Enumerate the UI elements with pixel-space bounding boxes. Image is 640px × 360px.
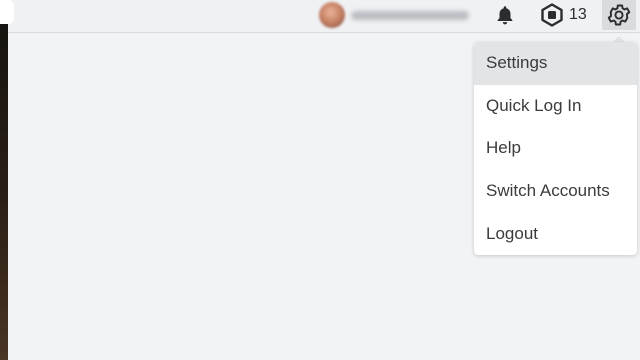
gear-icon xyxy=(607,4,631,26)
background-strip xyxy=(0,0,8,360)
settings-dropdown-menu: Settings Quick Log In Help Switch Accoun… xyxy=(474,42,637,255)
search-field-edge[interactable] xyxy=(0,0,14,24)
menu-item-quick-log-in[interactable]: Quick Log In xyxy=(474,85,637,128)
robux-count: 13 xyxy=(569,6,587,23)
menu-item-help[interactable]: Help xyxy=(474,127,637,170)
menu-item-switch-accounts[interactable]: Switch Accounts xyxy=(474,170,637,213)
page: 13 Settings Quick Log In Help Switch Acc… xyxy=(0,0,640,360)
robux-button[interactable]: 13 xyxy=(540,2,587,28)
user-avatar[interactable] xyxy=(319,2,345,28)
menu-item-logout[interactable]: Logout xyxy=(474,212,637,255)
username-blurred[interactable] xyxy=(351,11,469,20)
menu-item-settings[interactable]: Settings xyxy=(474,42,637,85)
bell-icon xyxy=(497,6,513,25)
robux-icon xyxy=(541,3,563,27)
top-navigation-bar: 13 xyxy=(0,0,640,33)
settings-button[interactable] xyxy=(602,0,636,30)
notifications-button[interactable] xyxy=(491,2,519,28)
